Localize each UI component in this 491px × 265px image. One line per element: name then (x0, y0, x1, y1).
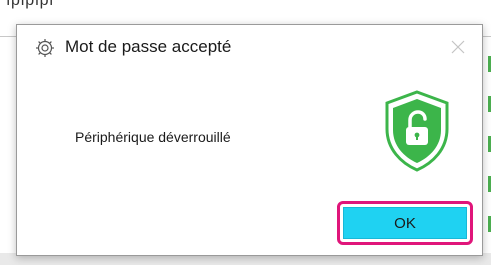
password-accepted-dialog: Mot de passe accepté Périphérique déverr… (16, 24, 483, 256)
dialog-titlebar[interactable]: Mot de passe accepté (17, 25, 482, 69)
status-message: Périphérique déverrouillé (75, 129, 231, 145)
gear-icon (35, 38, 55, 58)
unlocked-shield-icon (381, 89, 453, 173)
ok-button[interactable]: OK (343, 207, 467, 239)
background-partial-text: ıpıpıpı (6, 0, 54, 9)
dialog-title: Mot de passe accepté (65, 37, 232, 56)
close-icon (451, 40, 465, 54)
close-button[interactable] (444, 33, 472, 61)
